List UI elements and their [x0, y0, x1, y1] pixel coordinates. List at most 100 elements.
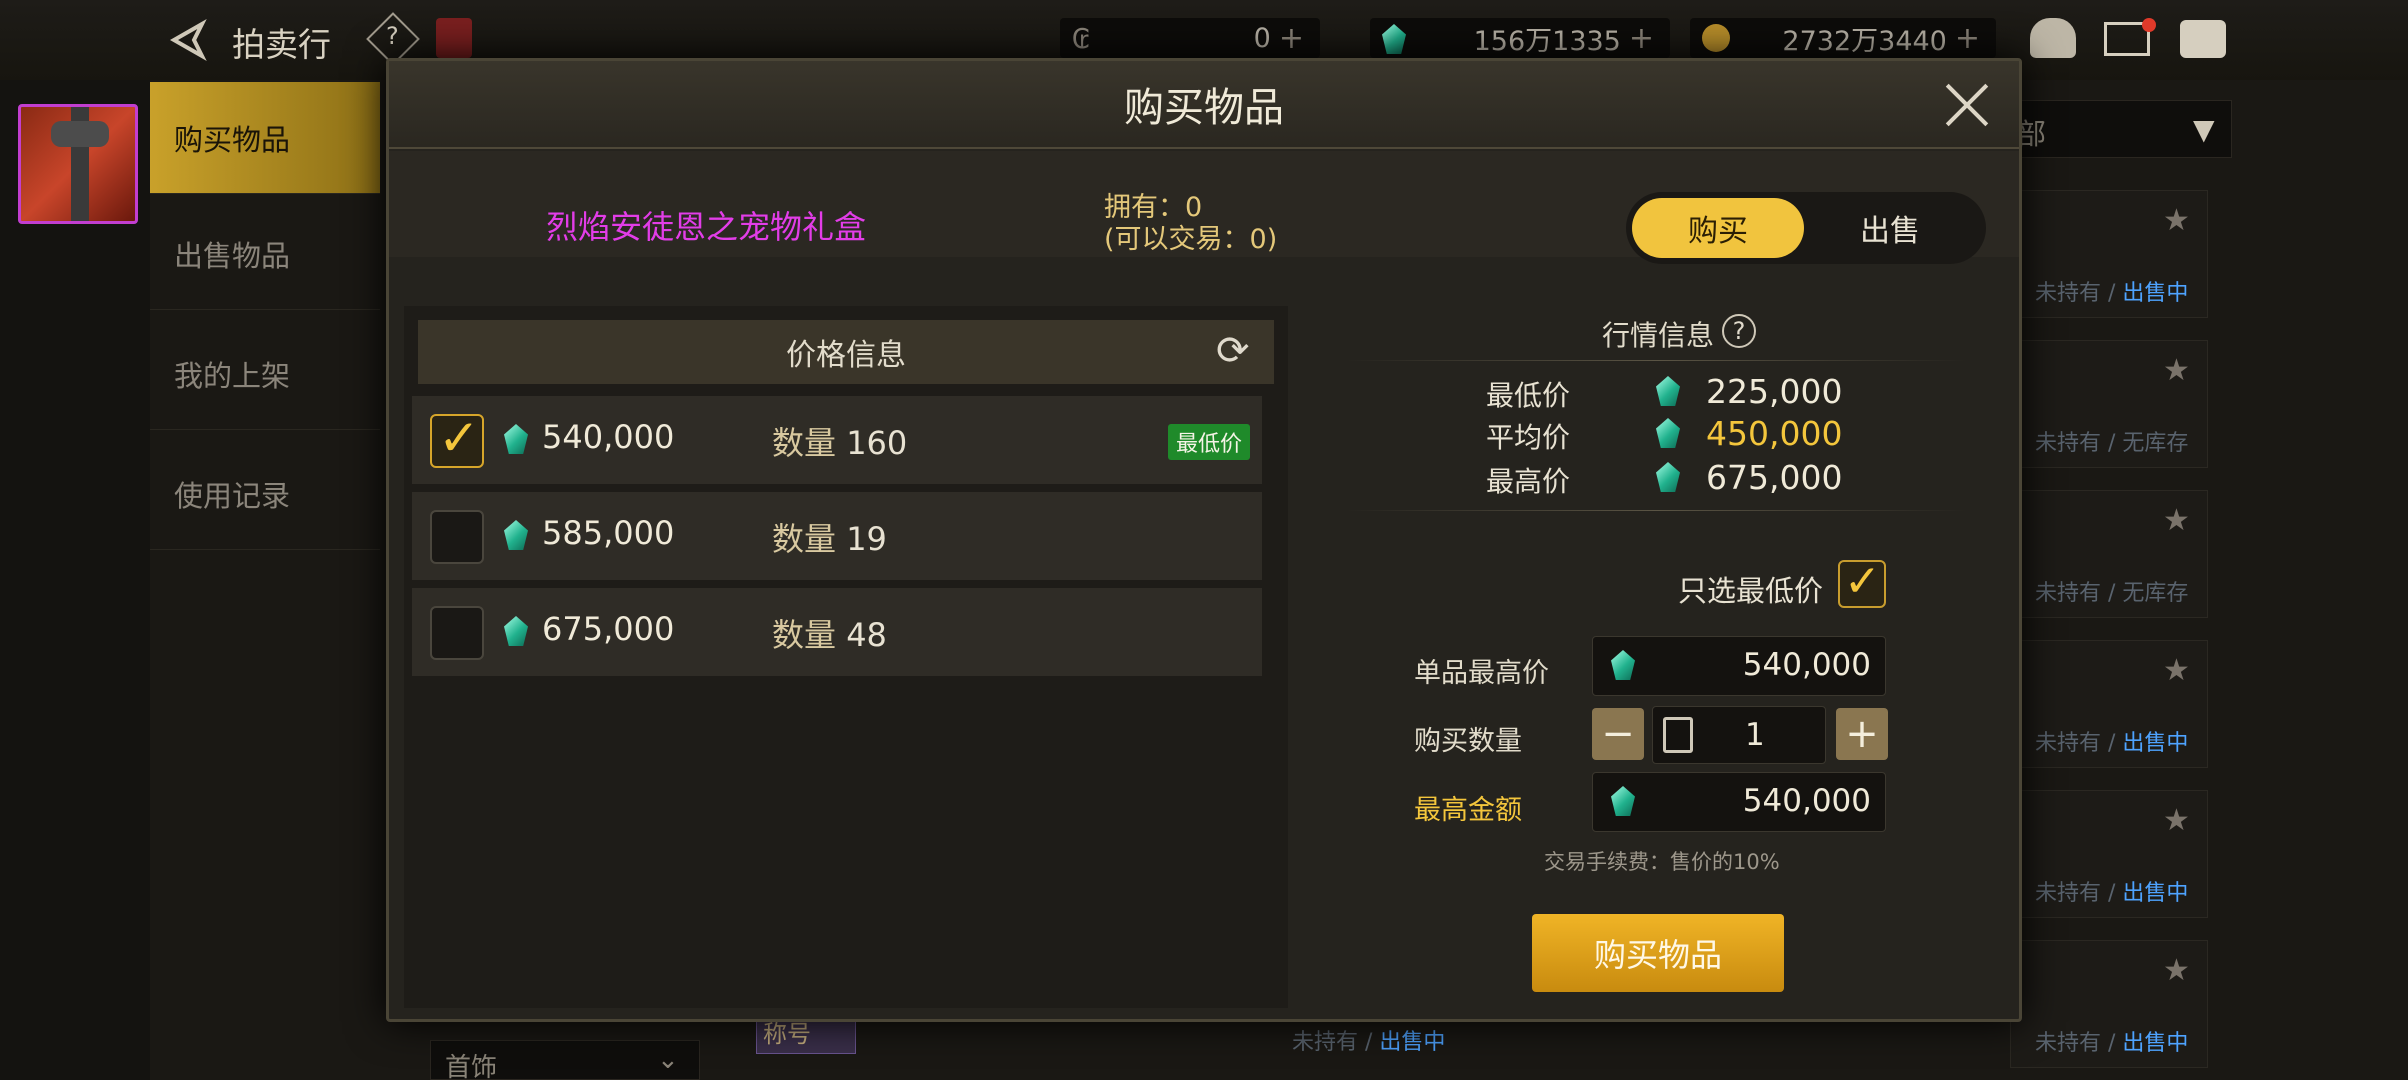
currency-gold: 2732万3440 +	[1690, 18, 1996, 58]
help-icon[interactable]: ?	[1722, 314, 1756, 348]
list-item[interactable]: ★ 未持有 / 出售中	[2010, 940, 2208, 1068]
tradable-count: (可以交易：0)	[1104, 224, 1278, 255]
gold-coin-icon	[1702, 24, 1730, 52]
checkmark-icon: ✓	[438, 409, 480, 467]
refresh-icon[interactable]: ⟳	[1216, 328, 1250, 374]
item-status: 未持有 / 出售中	[1292, 1030, 1446, 1055]
back-arrow-icon[interactable]	[162, 14, 214, 66]
sidebar-item-sell[interactable]: 出售物品	[150, 198, 380, 310]
sidebar-item-label: 出售物品	[174, 238, 291, 273]
unit-max-price-label: 单品最高价	[1414, 658, 1549, 689]
quantity-value: 1	[1745, 717, 1765, 753]
currency-value: 156万1335	[1473, 25, 1621, 57]
currency-value: 0	[1253, 22, 1271, 54]
gem-icon	[504, 424, 528, 454]
slot-dropdown[interactable]: 首饰 ⌄	[430, 1040, 700, 1080]
sidebar-item-label: 使用记录	[174, 478, 291, 513]
listing-checkbox[interactable]	[430, 510, 484, 564]
favorite-star-icon[interactable]: ★	[2163, 803, 2190, 838]
chat-icon[interactable]	[2180, 20, 2226, 58]
listing-price: 675,000	[542, 610, 675, 648]
list-item[interactable]: ★ 未持有 / 出售中	[2010, 190, 2208, 318]
currency-coupon: ₢ 0 +	[1060, 18, 1320, 58]
add-gold-icon[interactable]: +	[1955, 21, 1980, 56]
listing-row[interactable]: 675,000 数量 48	[412, 588, 1262, 676]
help-question-mark: ?	[386, 22, 399, 50]
ribbon-knot-icon	[51, 121, 109, 147]
unit-max-price-value: 540,000	[1742, 647, 1871, 683]
calculator-icon[interactable]	[1663, 717, 1693, 753]
item-status: 未持有 / 出售中	[2035, 881, 2189, 906]
favorite-star-icon[interactable]: ★	[2163, 353, 2190, 388]
slot-dropdown-value: 首饰	[445, 1053, 498, 1080]
average-price-value: 450,000	[1706, 414, 1843, 453]
favorite-star-icon[interactable]: ★	[2163, 503, 2190, 538]
listing-row[interactable]: 585,000 数量 19	[412, 492, 1262, 580]
add-coupon-icon[interactable]: +	[1279, 21, 1304, 56]
buy-quantity-label: 购买数量	[1414, 726, 1522, 757]
currency-gem: 156万1335 +	[1370, 18, 1670, 58]
owned-info: 拥有：0 (可以交易：0)	[1104, 192, 1277, 256]
price-info-title: 价格信息	[786, 338, 906, 373]
sidebar-item-label: 我的上架	[174, 358, 291, 393]
max-total-value: 540,000	[1742, 783, 1871, 819]
add-gem-icon[interactable]: +	[1629, 21, 1654, 56]
gem-icon	[1611, 650, 1635, 680]
listing-checkbox[interactable]	[430, 606, 484, 660]
mail-notification-dot	[2142, 18, 2156, 32]
coupon-icon: ₢	[1072, 22, 1090, 55]
lowest-price-badge: 最低价	[1167, 424, 1250, 460]
divider	[1346, 360, 1966, 361]
calendar-icon[interactable]	[436, 18, 472, 58]
item-status: 未持有 / 出售中	[2035, 1031, 2189, 1056]
list-item[interactable]: ★ 未持有 / 出售中	[2010, 790, 2208, 918]
divider	[1346, 510, 1966, 511]
highest-price-value: 675,000	[1706, 458, 1843, 497]
decrease-quantity-button[interactable]: −	[1592, 708, 1644, 760]
page-title: 拍卖行	[232, 25, 331, 64]
pot-icon[interactable]	[2030, 18, 2076, 58]
sidebar-item-buy[interactable]: 购买物品	[150, 82, 380, 194]
lowest-price-value: 225,000	[1706, 372, 1843, 411]
category-filter[interactable]: 部 ▼	[2010, 100, 2232, 158]
quantity-field[interactable]: 1	[1652, 706, 1826, 764]
toggle-sell[interactable]: 出售	[1804, 198, 1976, 258]
owned-count: 拥有：0	[1104, 192, 1203, 223]
sidebar-item-my-listings[interactable]: 我的上架	[150, 318, 380, 430]
close-icon[interactable]	[1943, 81, 1991, 129]
buy-sell-toggle: 购买 出售	[1626, 192, 1986, 264]
lowest-price-label: 最低价	[1486, 379, 1571, 412]
fee-note: 交易手续费：售价的10%	[1544, 850, 1780, 874]
market-info-title: 行情信息	[1602, 319, 1715, 352]
toggle-buy[interactable]: 购买	[1632, 198, 1804, 258]
listing-price: 585,000	[542, 514, 675, 552]
dialog-title: 购买物品	[1124, 85, 1284, 131]
listing-checkbox[interactable]: ✓	[430, 409, 484, 468]
gem-icon	[1382, 24, 1406, 54]
increase-quantity-button[interactable]: +	[1836, 708, 1888, 760]
max-total-field: 540,000	[1592, 772, 1886, 832]
buy-item-button[interactable]: 购买物品	[1532, 914, 1784, 992]
unit-max-price-field[interactable]: 540,000	[1592, 636, 1886, 696]
lowest-only-checkbox[interactable]: ✓	[1838, 556, 1886, 608]
listing-row[interactable]: ✓ 540,000 数量 160 最低价	[412, 396, 1262, 484]
max-total-label: 最高金额	[1414, 795, 1522, 826]
gem-icon	[504, 616, 528, 646]
sidebar-item-history[interactable]: 使用记录	[150, 438, 380, 550]
price-info-header: 价格信息	[418, 320, 1274, 384]
chevron-down-icon: ▼	[2193, 113, 2215, 146]
gem-icon	[1611, 786, 1635, 816]
list-item[interactable]: ★ 未持有 / 无库存	[2010, 490, 2208, 618]
favorite-star-icon[interactable]: ★	[2163, 203, 2190, 238]
listing-quantity: 数量 160	[772, 424, 908, 462]
list-item[interactable]: ★ 未持有 / 无库存	[2010, 340, 2208, 468]
highest-price-label: 最高价	[1486, 465, 1571, 498]
list-item[interactable]: ★ 未持有 / 出售中	[2010, 640, 2208, 768]
item-status: 未持有 / 出售中	[2035, 731, 2189, 756]
favorite-star-icon[interactable]: ★	[2163, 953, 2190, 988]
gem-icon	[504, 520, 528, 550]
listing-quantity: 数量 48	[772, 616, 887, 654]
favorite-star-icon[interactable]: ★	[2163, 653, 2190, 688]
chevron-down-icon: ⌄	[657, 1045, 679, 1075]
item-gift-box-icon	[18, 104, 138, 224]
